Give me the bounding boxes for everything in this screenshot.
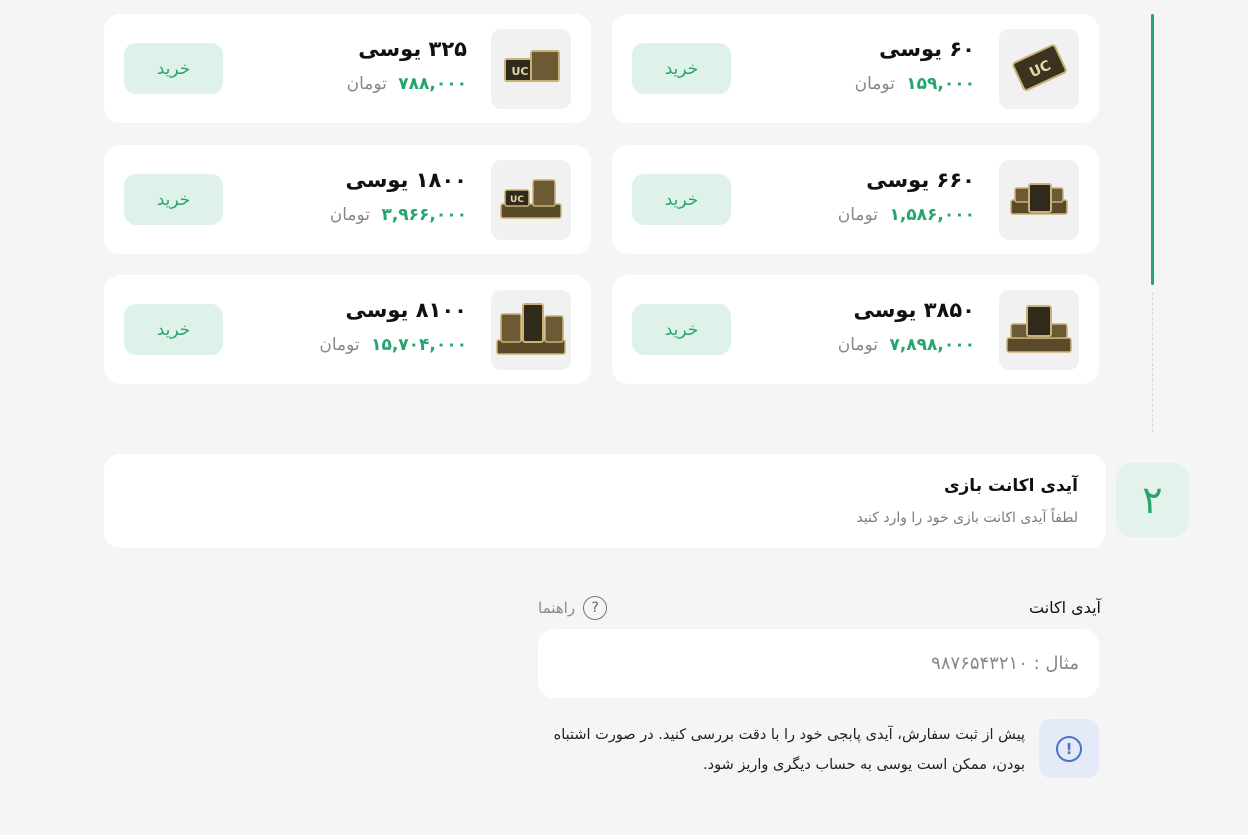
exclamation-icon: ! [1056, 735, 1082, 762]
progress-rail [1151, 14, 1154, 285]
product-price: ۷۸۸,۰۰۰ [398, 74, 467, 94]
notice-text: پیش از ثبت سفارش، آیدی پابجی خود را با د… [553, 727, 1025, 773]
product-card: UC ۶۰ یوسی ۱۵۹,۰۰۰ تومان خرید [612, 14, 1099, 123]
product-price-row: ۱۵,۷۰۴,۰۰۰ تومان [319, 335, 467, 355]
product-card: ۸۱۰۰ یوسی ۱۵,۷۰۴,۰۰۰ تومان خرید [104, 275, 591, 384]
buy-button[interactable]: خرید [124, 43, 223, 94]
uc-pack-image: UC [491, 160, 571, 240]
product-price-row: ۳,۹۶۶,۰۰۰ تومان [330, 205, 467, 225]
help-link[interactable]: راهنما ? [538, 596, 608, 620]
question-icon: ? [583, 596, 608, 620]
product-title: ۶۰ یوسی [879, 37, 975, 61]
svg-text:UC: UC [510, 195, 524, 205]
step-subtitle: لطفاً آیدی اکانت بازی خود را وارد کنید [856, 510, 1078, 526]
account-id-label: آیدی اکانت [1028, 598, 1101, 617]
uc-pack-image: UC [999, 29, 1079, 109]
info-icon: ! [1039, 719, 1099, 778]
currency-unit: تومان [837, 205, 879, 225]
currency-unit: تومان [346, 74, 387, 94]
product-title: ۸۱۰۰ یوسی [345, 298, 467, 322]
currency-unit: تومان [329, 205, 371, 225]
currency-unit: تومان [319, 335, 360, 355]
product-price-row: ۱,۵۸۶,۰۰۰ تومان [838, 205, 975, 225]
buy-button[interactable]: خرید [124, 304, 223, 355]
product-title: ۳۸۵۰ یوسی [853, 298, 975, 322]
svg-text:UC: UC [511, 65, 528, 78]
product-price-row: ۱۵۹,۰۰۰ تومان [855, 74, 975, 94]
product-price: ۱۵۹,۰۰۰ [906, 74, 975, 94]
buy-button[interactable]: خرید [632, 43, 731, 94]
step-title: آیدی اکانت بازی [943, 476, 1078, 496]
uc-pack-image [491, 290, 571, 370]
product-price: ۷,۸۹۸,۰۰۰ [889, 335, 975, 355]
progress-rail-pending [1152, 292, 1153, 432]
buy-button[interactable]: خرید [632, 304, 731, 355]
product-card: UC ۱۸۰۰ یوسی ۳,۹۶۶,۰۰۰ تومان خرید [104, 145, 591, 254]
step-2-header: آیدی اکانت بازی لطفاً آیدی اکانت بازی خو… [104, 454, 1106, 548]
product-card: ۶۶۰ یوسی ۱,۵۸۶,۰۰۰ تومان خرید [612, 145, 1099, 254]
product-card: ۳۸۵۰ یوسی ۷,۸۹۸,۰۰۰ تومان خرید [612, 275, 1099, 384]
product-title: ۶۶۰ یوسی [866, 168, 975, 192]
product-price: ۳,۹۶۶,۰۰۰ [381, 205, 467, 225]
currency-unit: تومان [837, 335, 879, 355]
uc-pack-image [999, 290, 1079, 370]
product-card: UC ۳۲۵ یوسی ۷۸۸,۰۰۰ تومان خرید [104, 14, 591, 123]
step-number-badge: ۲ [1116, 463, 1189, 537]
product-title: ۱۸۰۰ یوسی [345, 168, 467, 192]
uc-pack-image: UC [491, 29, 571, 109]
product-price-row: ۷۸۸,۰۰۰ تومان [347, 74, 467, 94]
help-label: راهنما [538, 599, 576, 617]
product-price: ۱۵,۷۰۴,۰۰۰ [371, 335, 467, 355]
account-id-input[interactable] [538, 629, 1099, 698]
buy-button[interactable]: خرید [632, 174, 731, 225]
product-price-row: ۷,۸۹۸,۰۰۰ تومان [838, 335, 975, 355]
currency-unit: تومان [854, 74, 895, 94]
uc-pack-image [999, 160, 1079, 240]
product-title: ۳۲۵ یوسی [358, 37, 467, 61]
product-price: ۱,۵۸۶,۰۰۰ [889, 205, 975, 225]
buy-button[interactable]: خرید [124, 174, 223, 225]
